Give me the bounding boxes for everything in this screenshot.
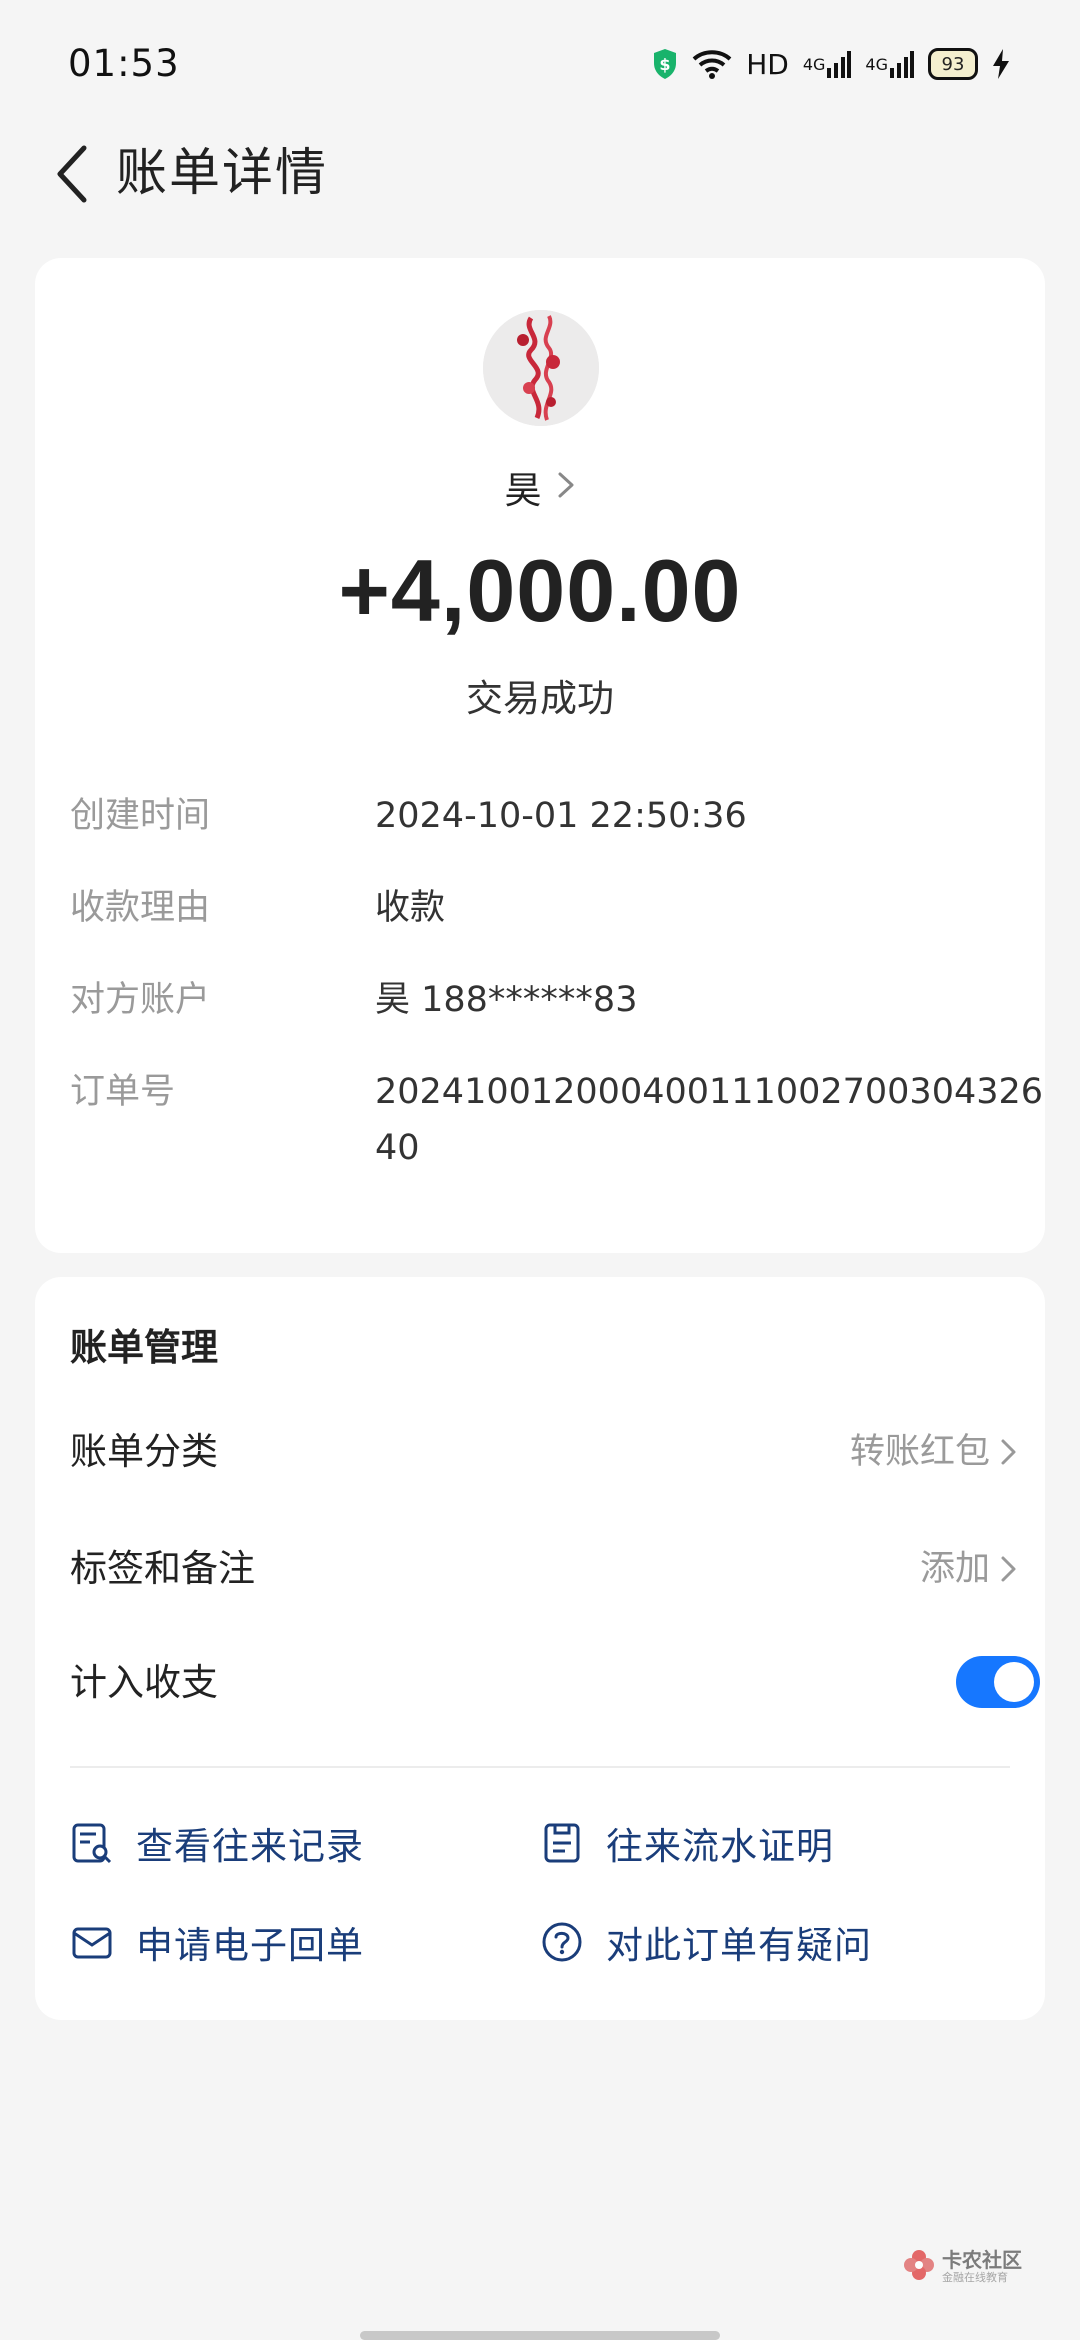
status-time: 01:53 <box>68 42 180 85</box>
charging-icon <box>992 49 1010 79</box>
envelope-icon <box>70 1920 114 1964</box>
watermark-text: 卡农社区 金融在线教育 <box>942 2249 1022 2285</box>
status-bar: 01:53 $ HD 4G 4G 93 <box>0 0 1080 130</box>
detail-value: 收款 <box>375 888 446 928</box>
watermark-logo: 卡农社区 金融在线教育 <box>902 2248 1022 2286</box>
signal-icon: 4G <box>803 50 852 78</box>
action-label: 对此订单有疑问 <box>606 1924 872 1967</box>
flower-logo-icon <box>902 2248 936 2286</box>
count-in-balance-row: 计入收支 <box>70 1648 1050 1718</box>
statement-icon <box>540 1821 584 1865</box>
transaction-status: 交易成功 <box>466 677 614 720</box>
order-number[interactable]: 202410012000400111002700304326 40 <box>375 1064 1075 1176</box>
bill-management-card: 账单管理 账单分类 转账红包 标签和备注 添加 计入收支 查看往来记录 往来流水… <box>35 1277 1045 2020</box>
wifi-icon <box>692 49 732 79</box>
toggle-knob <box>994 1662 1034 1702</box>
chevron-right-icon <box>994 1438 1022 1466</box>
row-label: 账单分类 <box>70 1430 218 1473</box>
watermark-main: 卡农社区 <box>942 2248 1022 2272</box>
row-value: 转账红包 <box>849 1432 990 1472</box>
chevron-right-icon <box>994 1555 1022 1583</box>
amount: +4,000.00 <box>338 541 742 640</box>
network-label: 4G <box>802 54 826 74</box>
question-icon <box>540 1920 584 1964</box>
signal-icon: 4G <box>865 50 914 78</box>
battery-icon: 93 <box>928 48 978 80</box>
electronic-receipt-link[interactable]: 申请电子回单 <box>70 1912 364 1972</box>
chevron-left-icon <box>52 144 92 208</box>
tags-notes-row[interactable]: 标签和备注 添加 <box>70 1534 1050 1604</box>
watermark-sub: 金融在线教育 <box>942 2271 1008 2284</box>
home-indicator[interactable] <box>360 2331 720 2340</box>
row-label: 标签和备注 <box>70 1547 255 1590</box>
shield-icon: $ <box>652 48 678 80</box>
payer-name: 昊 <box>504 469 542 512</box>
header: 账单详情 <box>0 130 1080 260</box>
svg-text:$: $ <box>660 55 671 74</box>
detail-label: 订单号 <box>70 1072 176 1112</box>
row-value: 添加 <box>919 1549 990 1589</box>
divider <box>70 1766 1010 1768</box>
detail-label: 创建时间 <box>70 796 211 836</box>
action-label: 申请电子回单 <box>136 1924 364 1967</box>
status-icons: $ HD 4G 4G 93 <box>652 44 1010 84</box>
order-question-link[interactable]: 对此订单有疑问 <box>540 1912 872 1972</box>
payer-row[interactable]: 昊 <box>35 460 1045 514</box>
action-label: 查看往来记录 <box>136 1825 364 1868</box>
detail-label: 收款理由 <box>70 888 211 928</box>
detail-value: 2024-10-01 22:50:36 <box>375 796 747 836</box>
page-title: 账单详情 <box>116 144 329 203</box>
detail-value: 昊 188******83 <box>375 980 638 1020</box>
detail-label: 对方账户 <box>70 980 211 1020</box>
count-in-balance-toggle[interactable] <box>956 1656 1040 1708</box>
avatar[interactable] <box>483 310 599 426</box>
row-label: 计入收支 <box>70 1661 218 1704</box>
bill-category-row[interactable]: 账单分类 转账红包 <box>70 1417 1050 1487</box>
chevron-right-icon <box>556 470 576 504</box>
action-label: 往来流水证明 <box>606 1825 834 1868</box>
statement-proof-link[interactable]: 往来流水证明 <box>540 1813 834 1873</box>
hd-label: HD <box>746 47 789 81</box>
section-title: 账单管理 <box>70 1326 218 1369</box>
back-button[interactable] <box>32 136 112 216</box>
view-records-link[interactable]: 查看往来记录 <box>70 1813 364 1873</box>
record-search-icon <box>70 1821 114 1865</box>
transaction-card: 昊 +4,000.00 交易成功 创建时间 2024-10-01 22:50:3… <box>35 258 1045 1253</box>
network-label: 4G <box>865 54 888 74</box>
